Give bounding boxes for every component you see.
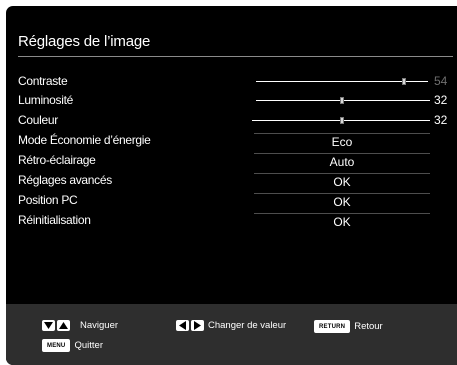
- menu-key-icon: MENU: [42, 339, 71, 352]
- up-down-arrows-icon: [42, 320, 70, 331]
- setting-label: Luminosité: [18, 93, 74, 107]
- setting-row-reinitialisation[interactable]: Réinitialisation OK: [18, 213, 457, 230]
- setting-row-position-pc[interactable]: Position PC OK: [18, 193, 457, 210]
- reinitialisation-ok[interactable]: OK: [254, 213, 430, 230]
- setting-label: Mode Économie d’énergie: [18, 133, 151, 147]
- hint-navigate-label: Naviguer: [80, 320, 119, 331]
- hint-back-label: Retour: [354, 321, 383, 332]
- setting-row-contraste[interactable]: Contraste 54: [18, 74, 457, 90]
- slider-track-tail: [406, 81, 428, 82]
- menu-title: Réglages de l’image: [18, 33, 151, 50]
- hint-change-value: Changer de valeur: [176, 320, 286, 331]
- mode-economie-value[interactable]: Eco: [254, 133, 430, 150]
- luminosite-value: 32: [434, 93, 448, 107]
- setting-row-reglages-avances[interactable]: Réglages avancés OK: [18, 173, 457, 190]
- setting-row-retro-eclairage[interactable]: Rétro-éclairage Auto: [18, 153, 457, 170]
- setting-row-luminosite[interactable]: Luminosité 32: [18, 93, 457, 109]
- hint-navigate: Naviguer: [42, 320, 118, 331]
- setting-label: Contraste: [18, 74, 68, 88]
- hint-quit-label: Quitter: [74, 340, 103, 351]
- reglages-avances-ok[interactable]: OK: [254, 173, 430, 190]
- retro-eclairage-value[interactable]: Auto: [254, 153, 430, 170]
- hint-back: RETURN Retour: [314, 320, 383, 333]
- setting-label: Réglages avancés: [18, 173, 112, 187]
- setting-label: Rétro-éclairage: [18, 153, 96, 167]
- setting-label: Réinitialisation: [18, 213, 91, 227]
- setting-row-couleur[interactable]: Couleur 32: [18, 113, 457, 129]
- luminosite-slider-handle[interactable]: [340, 97, 344, 104]
- setting-row-mode-economie[interactable]: Mode Économie d’énergie Eco: [18, 133, 457, 150]
- couleur-value: 32: [434, 113, 448, 127]
- left-right-arrows-icon: [176, 320, 204, 331]
- hint-change-label: Changer de valeur: [208, 320, 287, 331]
- help-bar: Naviguer Changer de valeur RETURN Retour…: [6, 304, 457, 365]
- setting-label: Position PC: [18, 193, 78, 207]
- contraste-slider-track[interactable]: [256, 81, 404, 82]
- return-key-icon: RETURN: [314, 320, 351, 333]
- picture-settings-menu: Réglages de l’image Contraste 54 Luminos…: [6, 6, 457, 365]
- title-divider: [18, 56, 453, 57]
- position-pc-ok[interactable]: OK: [254, 193, 430, 210]
- hint-quit: MENU Quitter: [42, 339, 103, 352]
- setting-label: Couleur: [18, 113, 58, 127]
- couleur-slider-handle[interactable]: [340, 117, 344, 124]
- contraste-value: 54: [434, 74, 448, 88]
